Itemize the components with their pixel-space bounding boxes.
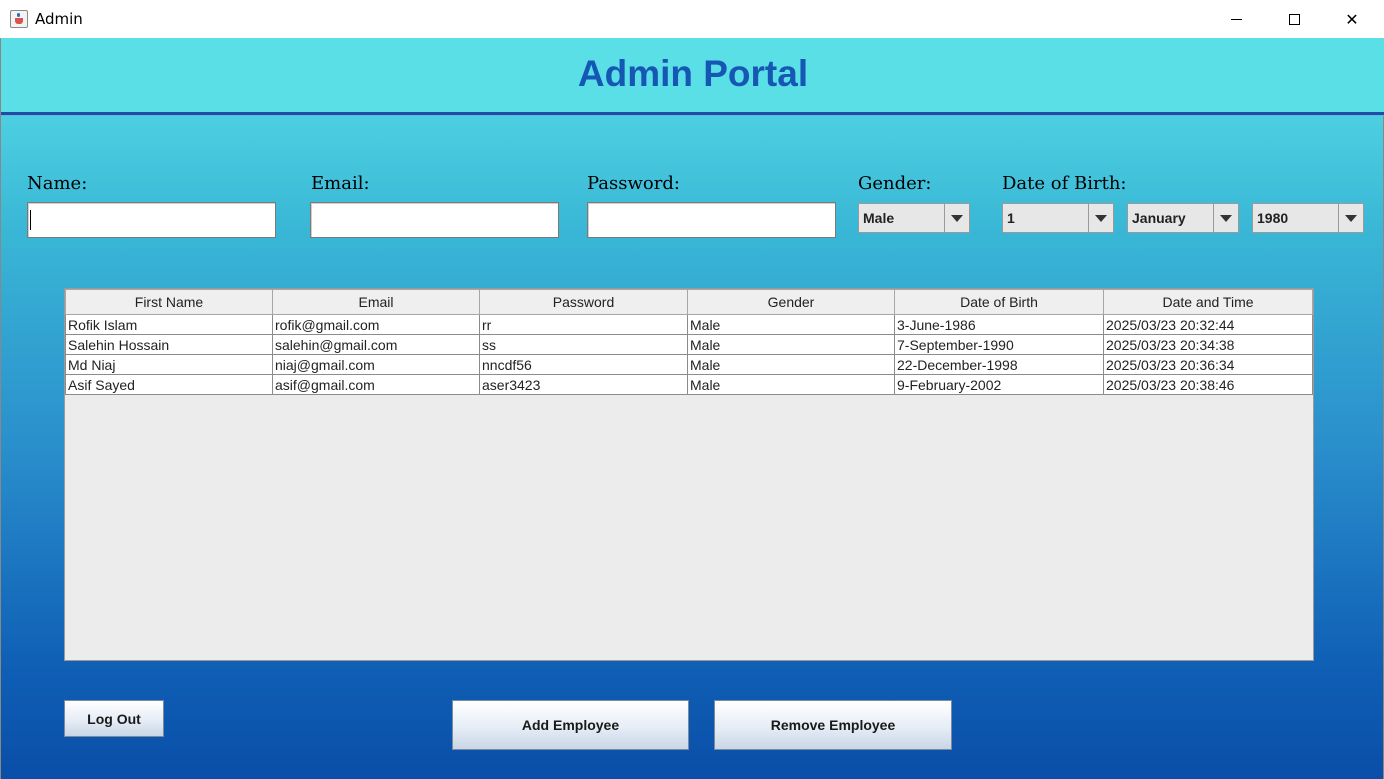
gender-select[interactable]: Male bbox=[858, 203, 970, 233]
chevron-down-icon bbox=[951, 214, 963, 222]
employee-table: First Name Email Password Gender Date of… bbox=[65, 289, 1313, 395]
day-dropdown-button[interactable] bbox=[1088, 204, 1113, 232]
name-field[interactable] bbox=[27, 202, 276, 238]
chevron-down-icon bbox=[1345, 214, 1357, 222]
dob-label: Date of Birth: bbox=[1002, 173, 1127, 194]
java-app-icon bbox=[10, 10, 28, 28]
cell-datetime: 2025/03/23 20:36:34 bbox=[1103, 354, 1313, 375]
cell-email: niaj@gmail.com bbox=[272, 354, 480, 375]
password-field[interactable] bbox=[587, 202, 836, 238]
cell-password: ss bbox=[479, 334, 688, 355]
year-select[interactable]: 1980 bbox=[1252, 203, 1364, 233]
gender-label: Gender: bbox=[858, 173, 932, 194]
cell-gender: Male bbox=[687, 374, 895, 395]
email-field[interactable] bbox=[310, 202, 559, 238]
cell-gender: Male bbox=[687, 354, 895, 375]
table-row[interactable]: Rofik Islam rofik@gmail.com rr Male 3-Ju… bbox=[65, 314, 1313, 335]
logout-button[interactable]: Log Out bbox=[64, 700, 164, 737]
window-titlebar: Admin ✕ bbox=[0, 0, 1384, 39]
text-cursor bbox=[30, 210, 31, 230]
cell-dob: 9-February-2002 bbox=[894, 374, 1104, 395]
remove-employee-button[interactable]: Remove Employee bbox=[714, 700, 952, 750]
column-header-datetime[interactable]: Date and Time bbox=[1103, 289, 1313, 315]
chevron-down-icon bbox=[1220, 214, 1232, 222]
cell-first-name: Md Niaj bbox=[65, 354, 273, 375]
month-dropdown-button[interactable] bbox=[1213, 204, 1238, 232]
close-button[interactable]: ✕ bbox=[1323, 0, 1381, 38]
cell-datetime: 2025/03/23 20:38:46 bbox=[1103, 374, 1313, 395]
employee-table-container[interactable]: First Name Email Password Gender Date of… bbox=[64, 288, 1314, 661]
name-label: Name: bbox=[27, 173, 88, 194]
client-area: Admin Portal Name: Email: Password: Gend… bbox=[0, 38, 1384, 779]
year-select-value: 1980 bbox=[1257, 210, 1289, 226]
column-header-dob[interactable]: Date of Birth bbox=[894, 289, 1104, 315]
cell-first-name: Salehin Hossain bbox=[65, 334, 273, 355]
cup-shape bbox=[15, 18, 23, 24]
day-select-value: 1 bbox=[1007, 210, 1015, 226]
cell-password: nncdf56 bbox=[479, 354, 688, 375]
table-row[interactable]: Salehin Hossain salehin@gmail.com ss Mal… bbox=[65, 334, 1313, 355]
add-employee-button[interactable]: Add Employee bbox=[452, 700, 689, 750]
month-select[interactable]: January bbox=[1127, 203, 1239, 233]
window-title: Admin bbox=[35, 10, 83, 28]
maximize-button[interactable] bbox=[1265, 0, 1323, 38]
table-header-row: First Name Email Password Gender Date of… bbox=[65, 289, 1313, 315]
cell-email: salehin@gmail.com bbox=[272, 334, 480, 355]
maximize-icon bbox=[1288, 13, 1300, 25]
page-title: Admin Portal bbox=[577, 53, 809, 94]
minimize-icon bbox=[1230, 18, 1242, 20]
gender-dropdown-button[interactable] bbox=[944, 204, 969, 232]
close-icon: ✕ bbox=[1345, 9, 1359, 29]
table-row[interactable]: Md Niaj niaj@gmail.com nncdf56 Male 22-D… bbox=[65, 354, 1313, 375]
year-dropdown-button[interactable] bbox=[1338, 204, 1363, 232]
cell-email: rofik@gmail.com bbox=[272, 314, 480, 335]
cell-dob: 22-December-1998 bbox=[894, 354, 1104, 375]
column-header-first-name[interactable]: First Name bbox=[65, 289, 273, 315]
header-banner: Admin Portal bbox=[1, 38, 1384, 112]
cell-dob: 3-June-1986 bbox=[894, 314, 1104, 335]
cell-dob: 7-September-1990 bbox=[894, 334, 1104, 355]
steam-shape bbox=[17, 13, 20, 17]
cell-first-name: Rofik Islam bbox=[65, 314, 273, 335]
month-select-value: January bbox=[1132, 210, 1186, 226]
email-label: Email: bbox=[311, 173, 370, 194]
cell-password: rr bbox=[479, 314, 688, 335]
day-select[interactable]: 1 bbox=[1002, 203, 1114, 233]
cell-datetime: 2025/03/23 20:34:38 bbox=[1103, 334, 1313, 355]
header-divider-highlight bbox=[1, 115, 1384, 116]
column-header-email[interactable]: Email bbox=[272, 289, 480, 315]
cell-first-name: Asif Sayed bbox=[65, 374, 273, 395]
cell-email: asif@gmail.com bbox=[272, 374, 480, 395]
cell-gender: Male bbox=[687, 314, 895, 335]
table-row[interactable]: Asif Sayed asif@gmail.com aser3423 Male … bbox=[65, 374, 1313, 395]
cell-datetime: 2025/03/23 20:32:44 bbox=[1103, 314, 1313, 335]
minimize-button[interactable] bbox=[1207, 0, 1265, 38]
cell-password: aser3423 bbox=[479, 374, 688, 395]
gender-select-value: Male bbox=[863, 210, 895, 226]
chevron-down-icon bbox=[1095, 214, 1107, 222]
column-header-gender[interactable]: Gender bbox=[687, 289, 895, 315]
column-header-password[interactable]: Password bbox=[479, 289, 688, 315]
password-label: Password: bbox=[587, 173, 680, 194]
cell-gender: Male bbox=[687, 334, 895, 355]
